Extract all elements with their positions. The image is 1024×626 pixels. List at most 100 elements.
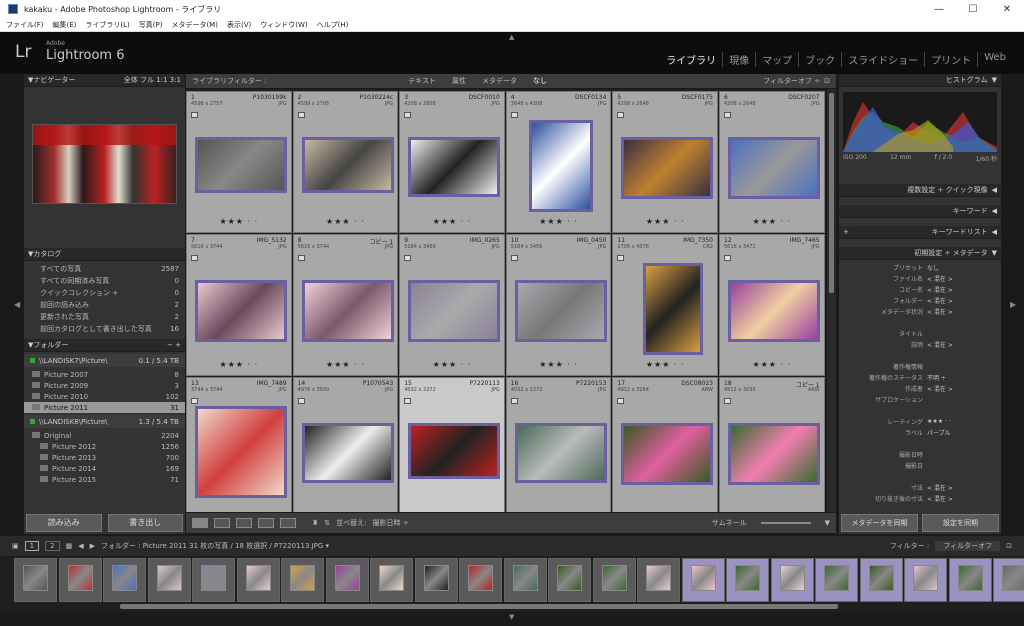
module-map[interactable]: マップ bbox=[755, 52, 798, 67]
catalog-item[interactable]: 更新された写真 2 bbox=[24, 311, 185, 323]
metadata-row[interactable]: プリセット なし bbox=[839, 262, 1001, 273]
metadata-value[interactable]: < 混在 > bbox=[927, 384, 1001, 393]
folder-item-selected[interactable]: Picture 2011 31 bbox=[24, 402, 185, 413]
metadata-value[interactable]: < 混在 > bbox=[927, 307, 1001, 316]
photo-thumbnail[interactable] bbox=[643, 263, 704, 355]
menu-photo[interactable]: 写真(P) bbox=[139, 20, 163, 30]
filter-none-tab[interactable]: なし bbox=[525, 76, 555, 86]
grid-scrollbar[interactable] bbox=[827, 89, 836, 512]
sort-select[interactable]: 撮影日時 ÷ bbox=[373, 518, 409, 528]
filmstrip-thumb[interactable] bbox=[681, 558, 725, 602]
import-button[interactable]: 読み込み bbox=[26, 514, 102, 532]
grid-icon[interactable]: ▦ bbox=[66, 542, 73, 550]
grid-cell[interactable]: 17 DSC08023 4912 x 3264 ARW bbox=[612, 377, 718, 512]
menu-metadata[interactable]: メタデータ(M) bbox=[171, 20, 218, 30]
zoom-modes[interactable]: 全体 フル 1:1 3:1 bbox=[124, 75, 181, 85]
folders-header[interactable]: ▼ フォルダー − + bbox=[24, 339, 185, 352]
metadata-value[interactable]: < 混在 > bbox=[927, 494, 1001, 503]
bottom-panel-toggle-icon[interactable]: ▼ bbox=[509, 613, 514, 621]
grid-cell[interactable]: 5 DSCF0175 4208 x 2648 JPG ★★★ · · bbox=[612, 91, 718, 233]
right-panel-toggle-icon[interactable]: ▶ bbox=[1010, 300, 1016, 309]
sort-direction-icon[interactable]: ⇅ bbox=[324, 519, 330, 527]
filmstrip-thumb[interactable] bbox=[147, 558, 191, 602]
menu-edit[interactable]: 編集(E) bbox=[53, 20, 77, 30]
film-filter-select[interactable]: フィルターオフ bbox=[935, 541, 1001, 551]
metadata-row[interactable]: サブロケーション bbox=[839, 394, 1001, 405]
flag-icon[interactable] bbox=[404, 255, 412, 261]
filmstrip-thumb[interactable] bbox=[14, 558, 57, 602]
volume-1[interactable]: \\LANDISK7\Picture\ 0.1 / 5.4 TB bbox=[24, 354, 185, 367]
flag-icon[interactable] bbox=[404, 112, 412, 118]
secondary-display-icon[interactable]: ▣ bbox=[12, 542, 19, 550]
filter-attribute-tab[interactable]: 属性 bbox=[444, 76, 474, 86]
filmstrip-thumb[interactable] bbox=[948, 558, 992, 602]
folder-item[interactable]: Picture 2012 1256 bbox=[24, 441, 185, 452]
keyword-list-header[interactable]: + キーワードリスト ◀ bbox=[839, 226, 1001, 239]
filmstrip-thumb[interactable] bbox=[503, 558, 547, 602]
catalog-item[interactable]: 前回カタログとして書き出した写真 16 bbox=[24, 323, 185, 335]
flag-icon[interactable] bbox=[191, 398, 198, 404]
metadata-value[interactable]: < 混在 > bbox=[927, 285, 1001, 294]
filmstrip-thumb[interactable] bbox=[236, 558, 280, 602]
filmstrip-thumb[interactable] bbox=[726, 558, 769, 602]
volume-2[interactable]: \\LANDISK8\Picture\ 1.3 / 5.4 TB bbox=[24, 415, 185, 428]
filmstrip-thumb[interactable] bbox=[904, 558, 947, 602]
photo-thumbnail[interactable] bbox=[621, 137, 714, 199]
photo-thumbnail[interactable] bbox=[195, 406, 287, 498]
photo-thumbnail[interactable] bbox=[301, 137, 394, 193]
menu-window[interactable]: ウィンドウ(W) bbox=[260, 20, 307, 30]
metadata-row[interactable]: 作成者 < 混在 > bbox=[839, 383, 1001, 394]
photo-thumbnail[interactable] bbox=[728, 280, 820, 342]
flag-icon[interactable] bbox=[510, 255, 518, 261]
grid-cell[interactable]: 3 DSCF0010 4208 x 2608 JPG ★★★ · · bbox=[399, 91, 505, 233]
metadata-value[interactable]: < 混在 > bbox=[927, 296, 1001, 305]
filmstrip-thumb[interactable] bbox=[103, 558, 146, 602]
photo-thumbnail[interactable] bbox=[514, 280, 607, 342]
photo-thumbnail[interactable] bbox=[408, 280, 501, 342]
folder-item[interactable]: Original 2204 bbox=[24, 430, 185, 441]
folder-item[interactable]: Picture 2013 700 bbox=[24, 452, 185, 463]
module-web[interactable]: Web bbox=[977, 52, 1012, 67]
menu-help[interactable]: ヘルプ(H) bbox=[317, 20, 349, 30]
photo-thumbnail[interactable] bbox=[621, 423, 714, 485]
grid-cell[interactable]: 2 P1030224c 4599 x 2795 JPG ★★★ · · bbox=[292, 91, 399, 233]
loupe-view-icon[interactable] bbox=[214, 518, 230, 528]
filmstrip-thumb[interactable] bbox=[192, 558, 235, 602]
module-print[interactable]: プリント bbox=[924, 52, 977, 67]
histogram[interactable] bbox=[843, 92, 997, 152]
filter-text-tab[interactable]: テキスト bbox=[400, 76, 444, 86]
flag-icon[interactable] bbox=[404, 398, 412, 404]
keywording-header[interactable]: キーワード ◀ bbox=[839, 205, 1001, 218]
flag-icon[interactable] bbox=[191, 112, 198, 118]
metadata-row[interactable]: フォルダー < 混在 > bbox=[839, 295, 1001, 306]
menu-file[interactable]: ファイル(F) bbox=[6, 20, 44, 30]
metadata-row[interactable]: 説明 < 混在 > bbox=[839, 339, 1001, 350]
grid-cell[interactable]: 8 コピー 1 5616 x 3744 JPG ★★★ · · bbox=[292, 234, 399, 376]
photo-thumbnail[interactable] bbox=[301, 280, 394, 342]
catalog-item[interactable]: クイックコレクション + 0 bbox=[24, 287, 185, 299]
add-keyword-icon[interactable]: + bbox=[843, 228, 849, 236]
menu-library[interactable]: ライブラリ(L) bbox=[85, 20, 129, 30]
grid-cell[interactable]: 13 IMG_7489 3744 x 3744 JPG bbox=[186, 377, 292, 512]
metadata-value[interactable]: ★★★ · · bbox=[927, 418, 1001, 425]
flag-icon[interactable] bbox=[510, 112, 518, 118]
metadata-row[interactable]: メタデータ状況 < 混在 > bbox=[839, 306, 1001, 317]
metadata-row[interactable] bbox=[839, 317, 1001, 328]
metadata-row[interactable]: コピー名 < 混在 > bbox=[839, 284, 1001, 295]
sync-settings-button[interactable]: 設定を同期 bbox=[922, 514, 999, 532]
metadata-value[interactable]: < 混在 > bbox=[927, 483, 1001, 492]
photo-thumbnail[interactable] bbox=[514, 423, 607, 483]
left-panel-toggle-icon[interactable]: ◀ bbox=[14, 300, 20, 309]
grid-cell[interactable]: 12 IMG_7465 5616 x 3471 JPG ★★★ · · bbox=[719, 234, 825, 376]
metadata-row[interactable]: タイトル bbox=[839, 328, 1001, 339]
filmstrip-thumb[interactable] bbox=[637, 558, 680, 602]
filmstrip-thumb[interactable] bbox=[370, 558, 413, 602]
flag-icon[interactable] bbox=[724, 398, 731, 404]
photo-thumbnail[interactable] bbox=[408, 137, 501, 197]
metadata-row[interactable]: 切り抜き後の寸法 < 混在 > bbox=[839, 493, 1001, 504]
navigator-preview[interactable] bbox=[32, 124, 177, 204]
catalog-item[interactable]: 前回の読み込み 2 bbox=[24, 299, 185, 311]
maximize-button[interactable]: ☐ bbox=[956, 4, 990, 15]
filter-metadata-tab[interactable]: メタデータ bbox=[474, 76, 525, 86]
close-button[interactable]: ✕ bbox=[990, 4, 1024, 15]
